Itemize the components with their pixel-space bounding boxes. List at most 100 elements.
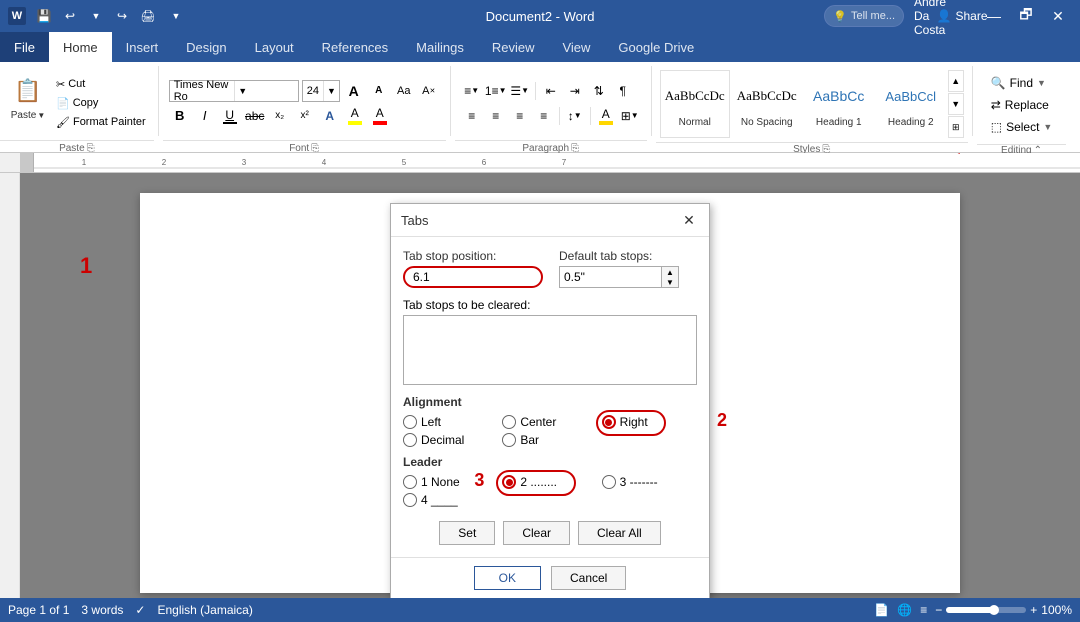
format-painter-button[interactable]: 🖌 Format Painter xyxy=(54,115,148,130)
set-button[interactable]: Set xyxy=(439,521,495,545)
spinner-up[interactable]: ▲ xyxy=(662,267,678,277)
increase-indent-button[interactable]: ⇥ xyxy=(564,80,586,102)
redo-quick-btn[interactable]: ↪ xyxy=(110,4,134,28)
para-row-1: ≡▼ 1≡▼ ☰▼ ⇤ ⇥ ⇅ ¶ xyxy=(461,80,641,102)
styles-more-button[interactable]: ⊞ xyxy=(948,116,964,138)
borders-button[interactable]: ⊞▼ xyxy=(619,105,641,127)
leader-none-radio xyxy=(403,475,417,489)
tab-google-drive[interactable]: Google Drive xyxy=(604,32,708,62)
minimize-button[interactable]: — xyxy=(980,2,1008,30)
alignment-left[interactable]: Left xyxy=(403,415,498,429)
tab-design[interactable]: Design xyxy=(172,32,240,62)
multilevel-list-button[interactable]: ☰▼ xyxy=(509,80,531,102)
alignment-right[interactable]: Right 2 xyxy=(602,415,697,429)
paste-icon: 📋 xyxy=(10,72,46,110)
zoom-slider[interactable] xyxy=(946,607,1026,613)
select-button[interactable]: ⬚ Select ▼ xyxy=(987,118,1057,136)
superscript-button[interactable]: x² xyxy=(294,105,316,127)
replace-button[interactable]: ⇄ Replace xyxy=(987,96,1057,114)
tell-me-box[interactable]: 💡 Tell me... xyxy=(824,5,904,27)
subscript-button[interactable]: x₂ xyxy=(269,105,291,127)
clear-all-button[interactable]: Clear All xyxy=(578,521,661,545)
ok-button[interactable]: OK xyxy=(474,566,541,590)
find-button[interactable]: 🔍 Find ▼ xyxy=(987,74,1057,92)
strikethrough-button[interactable]: abc xyxy=(244,105,266,127)
restore-button[interactable]: 🗗 xyxy=(1012,2,1040,30)
tab-references[interactable]: References xyxy=(308,32,402,62)
align-right-button[interactable]: ≡ xyxy=(509,105,531,127)
default-tab-stop-input[interactable] xyxy=(560,267,661,287)
italic-button[interactable]: I xyxy=(194,105,216,127)
style-heading1-preview: AaBbCc xyxy=(806,75,872,117)
tab-layout[interactable]: Layout xyxy=(241,32,308,62)
tab-insert[interactable]: Insert xyxy=(112,32,173,62)
highlight-button[interactable]: A xyxy=(344,105,366,127)
close-button[interactable]: ✕ xyxy=(1044,2,1072,30)
style-heading2[interactable]: AaBbCcl Heading 2 xyxy=(876,70,946,138)
leader-dashes[interactable]: 3 ------- xyxy=(602,475,697,489)
save-quick-btn[interactable]: 💾 xyxy=(32,4,56,28)
zoom-out-btn[interactable]: − xyxy=(935,603,942,617)
document-page[interactable]: 1 Tabs ✕ Tab stop position: xyxy=(140,193,960,593)
cancel-button[interactable]: Cancel xyxy=(551,566,626,590)
leader-underline[interactable]: 4 ____ xyxy=(403,493,498,507)
cut-button[interactable]: ✂ Cut xyxy=(54,77,148,92)
text-effects-button[interactable]: A xyxy=(319,105,341,127)
tab-view[interactable]: View xyxy=(548,32,604,62)
alignment-bar[interactable]: Bar xyxy=(502,433,597,447)
undo-quick-btn[interactable]: ↩ xyxy=(58,4,82,28)
tab-stop-position-input[interactable] xyxy=(403,266,543,288)
numbering-button[interactable]: 1≡▼ xyxy=(485,80,507,102)
style-heading1[interactable]: AaBbCc Heading 1 xyxy=(804,70,874,138)
alignment-center[interactable]: Center xyxy=(502,415,597,429)
customize-quick-btn[interactable]: ▼ xyxy=(164,4,188,28)
tab-review[interactable]: Review xyxy=(478,32,549,62)
bullets-button[interactable]: ≡▼ xyxy=(461,80,483,102)
tab-home[interactable]: Home xyxy=(49,32,112,62)
paste-button[interactable]: 📋 Paste▼ xyxy=(6,70,50,136)
copy-button[interactable]: 📄 Copy xyxy=(54,96,148,111)
font-size-select[interactable]: 24 ▼ xyxy=(302,80,340,102)
tabs-dialog[interactable]: Tabs ✕ Tab stop position: xyxy=(390,203,710,598)
ruler-body[interactable]: 1 2 3 4 5 6 7 xyxy=(34,153,1080,172)
share-button[interactable]: 👤 Share xyxy=(948,2,976,30)
style-no-spacing[interactable]: AaBbCcDc No Spacing xyxy=(732,70,802,138)
line-spacing-button[interactable]: ↕▼ xyxy=(564,105,586,127)
clear-format-button[interactable]: A✕ xyxy=(418,80,440,102)
styles-scroll-down[interactable]: ▼ xyxy=(948,93,964,115)
shrink-font-button[interactable]: A xyxy=(368,80,390,102)
tab-file[interactable]: File xyxy=(0,32,49,62)
tab-stops-listbox[interactable] xyxy=(403,315,697,385)
case-button[interactable]: Aa xyxy=(393,80,415,102)
shading-button[interactable]: A xyxy=(595,105,617,127)
zoom-in-btn[interactable]: + xyxy=(1030,603,1037,617)
alignment-decimal[interactable]: Decimal xyxy=(403,433,498,447)
view-print-icon[interactable]: 📄 xyxy=(874,603,889,617)
sort-button[interactable]: ⇅ xyxy=(588,80,610,102)
spinner-down[interactable]: ▼ xyxy=(662,277,678,287)
view-outline-icon[interactable]: ≡ xyxy=(920,603,927,617)
print-quick-btn[interactable]: 🖨 xyxy=(136,4,160,28)
word-icon: W xyxy=(8,7,26,25)
font-color-button[interactable]: A xyxy=(369,105,391,127)
align-left-button[interactable]: ≡ xyxy=(461,105,483,127)
tab-mailings[interactable]: Mailings xyxy=(402,32,478,62)
styles-scroll-up[interactable]: ▲ xyxy=(948,70,964,92)
undo-dropdown-btn[interactable]: ▼ xyxy=(84,4,108,28)
dialog-close-button[interactable]: ✕ xyxy=(679,210,699,230)
justify-button[interactable]: ≡ xyxy=(533,105,555,127)
grow-font-button[interactable]: A xyxy=(343,80,365,102)
align-center-button[interactable]: ≡ xyxy=(485,105,507,127)
para-divider-3 xyxy=(590,107,591,125)
zoom-slider-thumb[interactable] xyxy=(989,605,999,615)
bold-button[interactable]: B xyxy=(169,105,191,127)
underline-button[interactable]: U xyxy=(219,105,241,127)
clear-button[interactable]: Clear xyxy=(503,521,570,545)
leader-dots[interactable]: 2 ........ 3 xyxy=(502,475,597,489)
decrease-indent-button[interactable]: ⇤ xyxy=(540,80,562,102)
document-canvas[interactable]: 1 Tabs ✕ Tab stop position: xyxy=(20,173,1080,598)
font-family-select[interactable]: Times New Ro ▼ xyxy=(169,80,299,102)
show-marks-button[interactable]: ¶ xyxy=(612,80,634,102)
view-web-icon[interactable]: 🌐 xyxy=(897,603,912,617)
style-normal[interactable]: AaBbCcDc Normal xyxy=(660,70,730,138)
